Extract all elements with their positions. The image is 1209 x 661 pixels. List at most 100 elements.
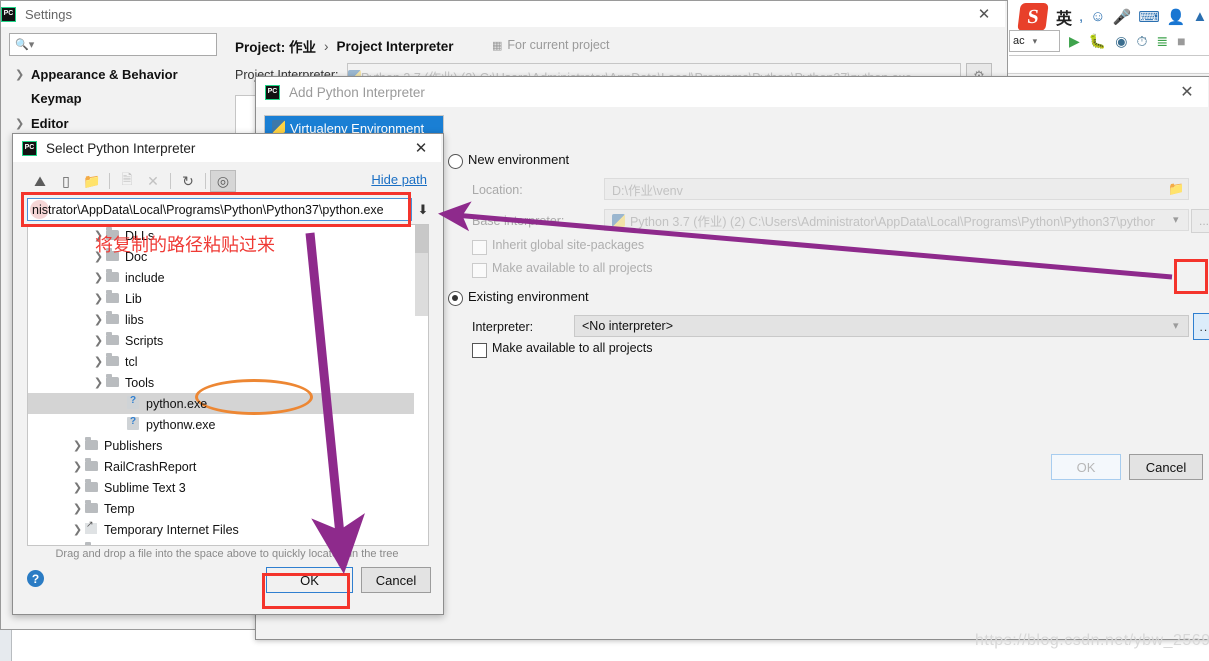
file-tree-row-label: Temporary Internet Files (104, 522, 239, 537)
inherit-site-packages-label: Inherit global site-packages (492, 238, 645, 252)
base-interpreter-combo[interactable]: Python 3.7 (作业) (2) C:\Users\Administrat… (604, 209, 1189, 231)
microphone-icon[interactable]: 🎤 (1113, 8, 1132, 26)
existing-env-make-available-checkbox[interactable] (472, 343, 487, 358)
add-interpreter-right-pane: New environment Location: D:\作业\venv 📁 B… (446, 113, 1209, 573)
home-icon[interactable]: ⛰ (27, 170, 53, 192)
chevron-right-icon[interactable]: ❯ (91, 313, 106, 326)
chevron-right-icon[interactable]: ❯ (91, 292, 106, 305)
select-interpreter-cancel-button[interactable]: Cancel (361, 567, 431, 593)
refresh-icon[interactable]: ↻ (175, 170, 201, 192)
add-interpreter-titlebar: PC Add Python Interpreter ✕ (256, 77, 1208, 107)
file-tree-row[interactable]: ❯ Scripts (91, 330, 163, 351)
file-tree-row[interactable]: ❯ tcl (91, 351, 138, 372)
shortcut-folder-icon (85, 519, 100, 537)
tree-scrollbar-thumb-upper[interactable] (415, 225, 428, 253)
coverage-icon[interactable]: ◉ (1115, 33, 1127, 50)
run-toolbar[interactable]: ac ▾ ▶ 🐛 ◉ ⏱ ≣ ■ (1009, 28, 1209, 54)
path-input[interactable]: nistrator\AppData\Local\Programs\Python\… (27, 198, 412, 221)
new-file-icon[interactable]: 🗎 (114, 170, 140, 192)
file-tree-row-label: Temp (104, 501, 135, 516)
breadcrumb-page: Project Interpreter (336, 38, 454, 54)
interpreter-combo[interactable]: <No interpreter> (574, 315, 1189, 337)
browse-folder-icon[interactable]: 📁 (1168, 181, 1184, 197)
chevron-right-icon[interactable]: ❯ (91, 376, 106, 389)
sidebar-item-editor[interactable]: ❯ Editor (15, 112, 69, 134)
profile-icon[interactable]: ⏱ (1136, 33, 1147, 50)
file-tree-row[interactable]: ❯ Tools (91, 372, 154, 393)
keyboard-icon[interactable]: ⌨ (1138, 8, 1160, 26)
show-hidden-icon[interactable]: ◎ (210, 170, 236, 192)
settings-close-button[interactable]: ✕ (971, 4, 997, 24)
new-environment-label: New environment (468, 152, 570, 167)
chevron-right-icon[interactable]: ❯ (70, 502, 85, 515)
chevron-right-icon[interactable]: ❯ (70, 481, 85, 494)
debug-icon[interactable]: 🐛 (1089, 33, 1106, 50)
new-folder-icon[interactable]: 📁 (79, 170, 105, 192)
chevron-right-icon[interactable]: ❯ (91, 334, 106, 347)
file-tree-row[interactable]: ❯ Lib (91, 288, 142, 309)
file-tree-row[interactable]: ❯ Publishers (70, 435, 162, 456)
sogou-logo-icon[interactable]: S (1017, 2, 1049, 31)
hide-path-link[interactable]: Hide path (371, 172, 427, 187)
add-interpreter-cancel-button[interactable]: Cancel (1129, 454, 1203, 480)
settings-search-input[interactable]: 🔍▾ (9, 33, 217, 56)
chevron-right-icon[interactable]: ❯ (70, 544, 85, 545)
smiley-icon[interactable]: ☺ (1090, 8, 1105, 25)
chevron-right-icon[interactable]: ❯ (70, 439, 85, 452)
help-button[interactable]: ? (27, 570, 44, 587)
chevron-right-icon[interactable]: ❯ (91, 355, 106, 368)
new-env-make-available-checkbox[interactable] (472, 263, 487, 278)
chevron-right-icon[interactable]: ❯ (70, 460, 85, 473)
file-tree-row-label: Publishers (104, 438, 163, 453)
file-tree-row[interactable]: python.exe (112, 393, 207, 414)
file-tree-row[interactable]: ❯ Sublime Text 3 (70, 477, 186, 498)
chevron-down-icon[interactable]: ▾ (1173, 213, 1179, 226)
file-tree-row-label: Lib (125, 291, 142, 306)
select-interpreter-close-button[interactable]: ✕ (409, 138, 433, 158)
add-interpreter-ok-button[interactable]: OK (1051, 454, 1121, 480)
tree-scrollbar-thumb[interactable] (415, 253, 428, 316)
inherit-site-packages-checkbox[interactable] (472, 240, 487, 255)
sidebar-item-label: Appearance & Behavior (31, 66, 178, 82)
run-with-console-icon[interactable]: ≣ (1156, 33, 1168, 50)
sidebar-item-appearance-behavior[interactable]: ❯ Appearance & Behavior (15, 63, 178, 85)
path-history-icon[interactable]: ⬇ (415, 198, 431, 221)
add-interpreter-close-button[interactable]: ✕ (1174, 82, 1200, 102)
ime-mode-label[interactable]: 英 (1056, 5, 1072, 29)
desktop-icon[interactable]: ▯ (53, 170, 79, 192)
run-configuration-selector[interactable]: ac ▾ (1009, 30, 1060, 52)
new-environment-radio[interactable] (448, 154, 463, 169)
file-tree-row[interactable]: ❯ Temporary Internet Files (70, 519, 239, 540)
existing-environment-radio[interactable] (448, 291, 463, 306)
folder-icon (85, 457, 100, 474)
file-tree-row[interactable]: pythonw.exe (112, 414, 216, 435)
file-tree-row[interactable]: ❯ include (91, 267, 165, 288)
file-tree-row[interactable]: ❯ Tencent (70, 540, 148, 545)
pycharm-logo-icon: PC (1, 6, 16, 22)
chevron-right-icon[interactable]: ❯ (91, 271, 106, 284)
comma-icon[interactable]: , (1079, 8, 1083, 25)
folder-icon (106, 373, 121, 390)
path-input-value: nistrator\AppData\Local\Programs\Python\… (32, 202, 384, 217)
file-tree-row[interactable]: ❯ libs (91, 309, 144, 330)
more-icon[interactable]: ▲ (1193, 8, 1208, 25)
breadcrumb-project[interactable]: Project: 作业 (235, 36, 316, 56)
pycharm-logo-icon: PC (265, 84, 280, 100)
python-icon (612, 213, 625, 227)
chevron-right-icon[interactable]: ❯ (70, 523, 85, 536)
location-input[interactable]: D:\作业\venv (604, 178, 1189, 200)
chevron-down-icon[interactable]: ▾ (1173, 319, 1179, 332)
sidebar-item-keymap[interactable]: Keymap (15, 87, 82, 109)
base-interpreter-browse-button[interactable]: ... (1191, 209, 1209, 233)
select-interpreter-ok-button[interactable]: OK (266, 567, 353, 593)
interpreter-browse-button[interactable]: ... (1193, 313, 1209, 340)
file-tree-row-label: python.exe (146, 396, 208, 411)
stop-icon[interactable]: ■ (1177, 33, 1185, 49)
file-tree-row[interactable]: ❯ Temp (70, 498, 135, 519)
folder-icon (85, 436, 100, 453)
tree-scrollbar[interactable] (415, 225, 428, 543)
delete-icon[interactable]: ✕ (140, 170, 166, 192)
user-icon[interactable]: 👤 (1167, 8, 1186, 26)
file-tree-row[interactable]: ❯ RailCrashReport (70, 456, 196, 477)
run-icon[interactable]: ▶ (1069, 33, 1080, 50)
